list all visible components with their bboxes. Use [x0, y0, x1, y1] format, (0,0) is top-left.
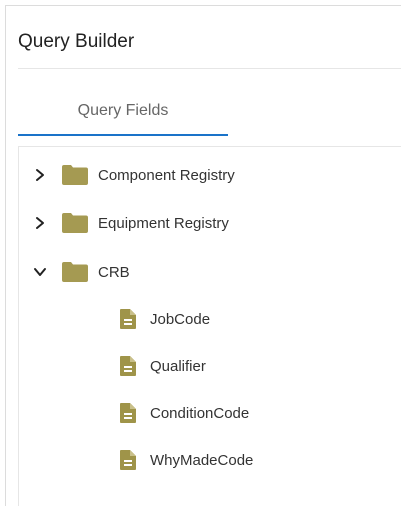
file-icon — [119, 308, 137, 330]
title-divider — [18, 68, 401, 69]
tree-node-label: Component Registry — [98, 166, 235, 184]
tree-node-crb[interactable]: CRB — [19, 257, 401, 287]
query-fields-tree: Component Registry Equipment Registry CR… — [18, 146, 401, 506]
tree-leaf-label: Qualifier — [150, 357, 206, 375]
active-tab-indicator — [18, 134, 228, 136]
tree-node-equipment-registry[interactable]: Equipment Registry — [19, 208, 401, 238]
panel-title: Query Builder — [18, 31, 135, 52]
tree-node-label: Equipment Registry — [98, 214, 229, 232]
folder-icon — [61, 212, 89, 234]
tree-leaf-label: JobCode — [150, 310, 211, 328]
tree-leaf-conditioncode[interactable]: ConditionCode — [19, 398, 401, 428]
chevron-right-icon[interactable] — [33, 168, 47, 182]
chevron-right-icon[interactable] — [33, 216, 47, 230]
tree-leaf-whymadecode[interactable]: WhyMadeCode — [19, 445, 401, 475]
tab-query-fields[interactable]: Query Fields — [18, 91, 228, 136]
tree-leaf-label: WhyMadeCode — [150, 451, 254, 469]
tree-leaf-jobcode[interactable]: JobCode — [19, 304, 401, 334]
tree-leaf-qualifier[interactable]: Qualifier — [19, 351, 401, 381]
folder-icon — [61, 261, 89, 283]
tree-node-component-registry[interactable]: Component Registry — [19, 160, 401, 190]
folder-icon — [61, 164, 89, 186]
query-builder-panel: Query Builder Query Fields Component Reg… — [5, 5, 401, 506]
file-icon — [119, 402, 137, 424]
tab-query-fields-label: Query Fields — [77, 102, 169, 119]
chevron-down-icon[interactable] — [33, 265, 47, 279]
tree-leaf-label: ConditionCode — [150, 404, 250, 422]
tree-node-label: CRB — [98, 263, 130, 281]
file-icon — [119, 355, 137, 377]
tab-bar: Query Fields — [18, 91, 401, 136]
file-icon — [119, 449, 137, 471]
